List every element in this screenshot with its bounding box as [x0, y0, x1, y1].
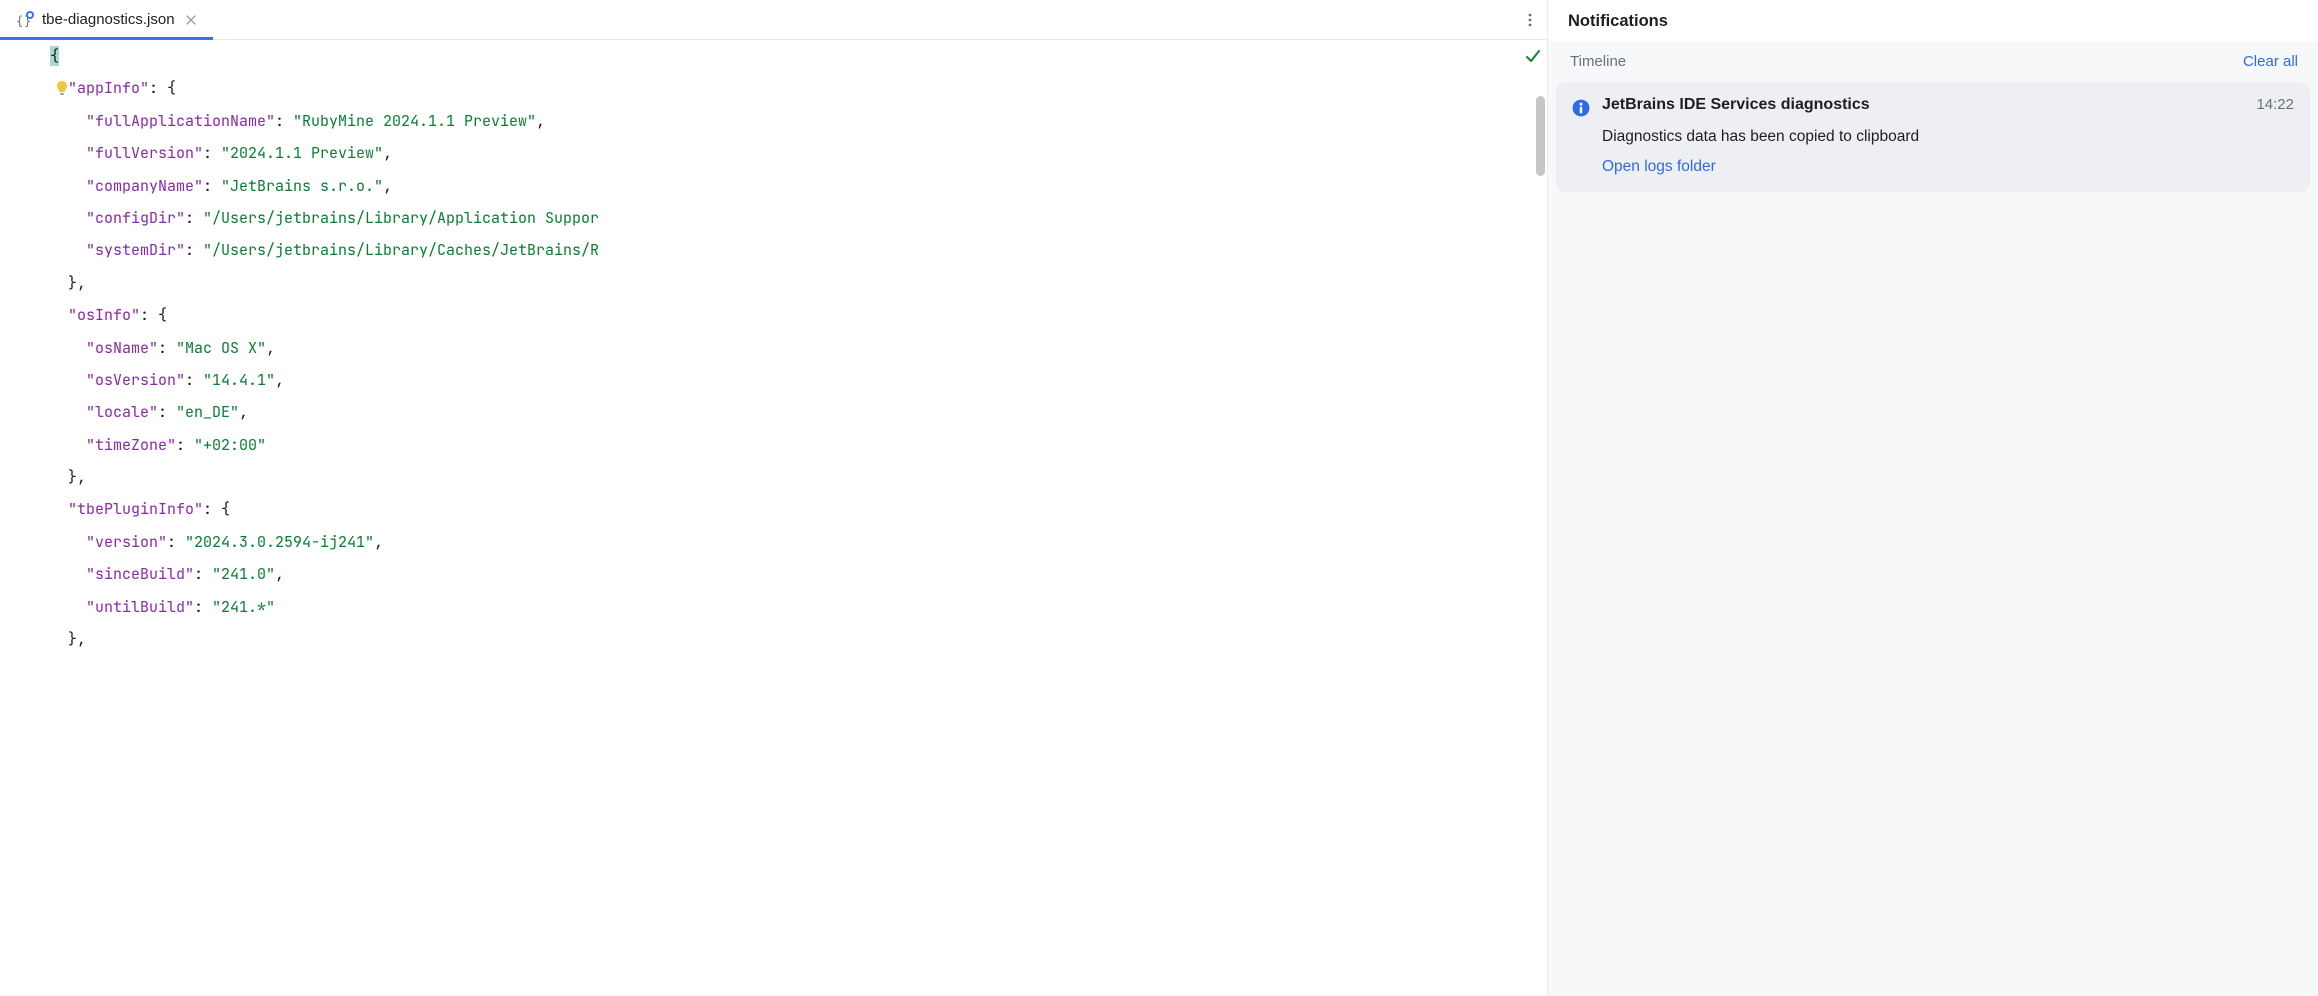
code-line[interactable]: "configDir": "/Users/jetbrains/Library/A… — [50, 202, 1533, 234]
close-icon[interactable] — [183, 12, 199, 28]
editor-tab-label: tbe-diagnostics.json — [42, 11, 175, 28]
code-line[interactable]: { — [50, 40, 1533, 72]
svg-text:{: { — [16, 14, 23, 28]
notification-action-link[interactable]: Open logs folder — [1602, 158, 2294, 176]
notification-card[interactable]: JetBrains IDE Services diagnostics 14:22… — [1556, 82, 2310, 192]
json-file-icon: { } — [16, 11, 34, 29]
code-line[interactable]: }, — [50, 267, 1533, 299]
code-line[interactable]: "fullVersion": "2024.1.1 Preview", — [50, 137, 1533, 169]
code-line[interactable]: "osName": "Mac OS X", — [50, 332, 1533, 364]
kebab-menu-icon[interactable] — [1513, 0, 1547, 39]
info-icon — [1572, 99, 1590, 117]
editor-gutter — [0, 40, 50, 996]
scrollbar-thumb[interactable] — [1536, 96, 1545, 176]
code-line[interactable]: "untilBuild": "241.*" — [50, 591, 1533, 623]
code-line[interactable]: }, — [50, 461, 1533, 493]
notification-header: JetBrains IDE Services diagnostics 14:22 — [1602, 96, 2294, 114]
notifications-subheader: Timeline Clear all — [1556, 41, 2310, 82]
timeline-label: Timeline — [1570, 53, 1626, 70]
notification-content: JetBrains IDE Services diagnostics 14:22… — [1602, 96, 2294, 176]
clear-all-link[interactable]: Clear all — [2243, 53, 2298, 70]
code-line[interactable]: "fullApplicationName": "RubyMine 2024.1.… — [50, 105, 1533, 137]
code-line[interactable]: }, — [50, 623, 1533, 655]
code-line[interactable]: "companyName": "JetBrains s.r.o.", — [50, 170, 1533, 202]
code-body[interactable]: { "appInfo": { "fullApplicationName": "R… — [50, 40, 1533, 996]
notifications-title: Notifications — [1548, 0, 2318, 41]
notification-time: 14:22 — [2256, 96, 2294, 113]
code-line[interactable]: "locale": "en_DE", — [50, 396, 1533, 428]
notifications-pane: Notifications Timeline Clear all JetBrai… — [1548, 0, 2318, 996]
code-editor[interactable]: { "appInfo": { "fullApplicationName": "R… — [0, 40, 1547, 996]
code-line[interactable]: "tbePluginInfo": { — [50, 493, 1533, 525]
code-line[interactable]: "appInfo": { — [50, 72, 1533, 104]
notification-title: JetBrains IDE Services diagnostics — [1602, 96, 1870, 114]
notification-message: Diagnostics data has been copied to clip… — [1602, 128, 2294, 146]
code-line[interactable]: "osInfo": { — [50, 299, 1533, 331]
editor-tab[interactable]: { } tbe-diagnostics.json — [0, 0, 213, 39]
code-line[interactable]: "timeZone": "+02:00" — [50, 429, 1533, 461]
code-line[interactable]: "osVersion": "14.4.1", — [50, 364, 1533, 396]
code-line[interactable]: "version": "2024.3.0.2594-ij241", — [50, 526, 1533, 558]
code-line[interactable]: "sinceBuild": "241.0", — [50, 558, 1533, 590]
editor-pane: { } tbe-diagnostics.json — [0, 0, 1548, 996]
notifications-body: Timeline Clear all JetBrains IDE Service… — [1548, 41, 2318, 996]
check-ok-icon[interactable] — [1525, 48, 1543, 66]
code-line[interactable]: "systemDir": "/Users/jetbrains/Library/C… — [50, 234, 1533, 266]
editor-tabbar: { } tbe-diagnostics.json — [0, 0, 1547, 40]
